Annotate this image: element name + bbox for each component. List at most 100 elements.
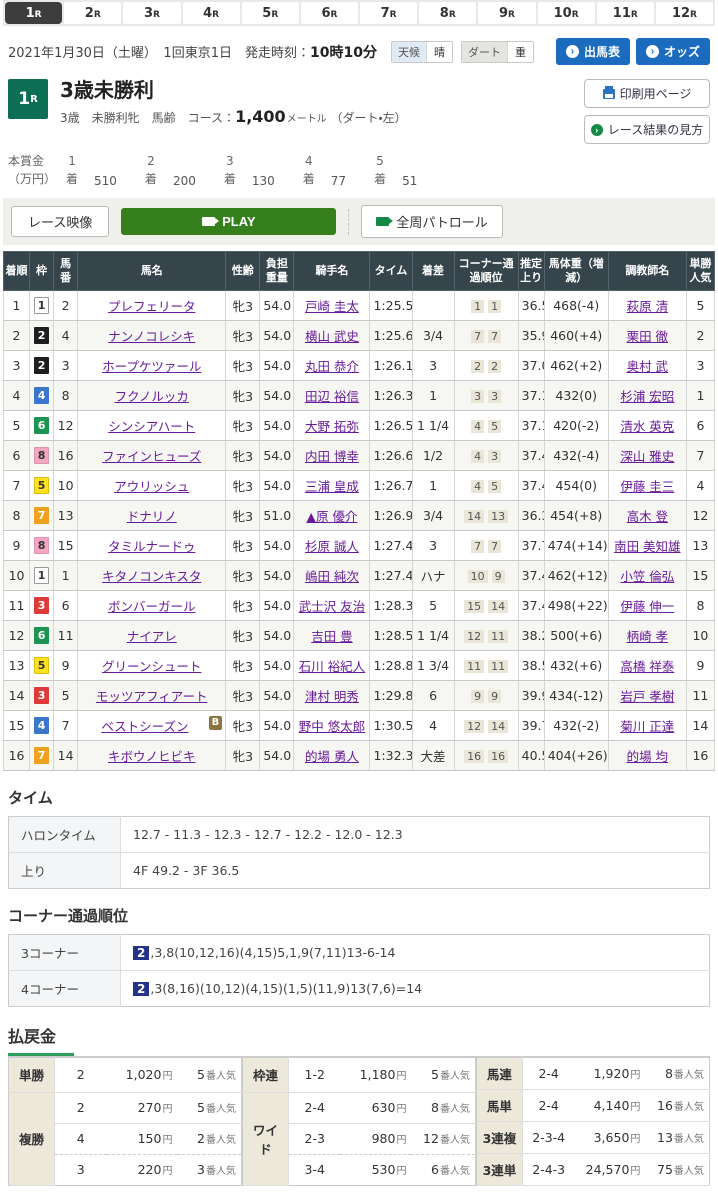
- margin: 4: [412, 710, 454, 740]
- jockey-link[interactable]: 嶋田 純次: [305, 569, 359, 584]
- race-tab-4r[interactable]: 4R: [183, 2, 240, 24]
- jockey-link[interactable]: 大野 拓弥: [305, 419, 359, 434]
- play-video-button[interactable]: PLAY: [121, 208, 336, 235]
- race-tab-5r[interactable]: 5R: [242, 2, 299, 24]
- horse-name-link[interactable]: モッツアフィアート: [96, 689, 208, 704]
- finish-time: 1:27.4: [370, 530, 412, 560]
- horse-name-link[interactable]: ベストシーズン: [101, 719, 188, 734]
- horse-name-link[interactable]: プレフェリータ: [108, 299, 196, 314]
- jockey-link[interactable]: ▲原 優介: [306, 509, 357, 524]
- finish-position: 15: [4, 710, 30, 740]
- weather-label: 天候: [392, 42, 426, 62]
- corner-positions: 77: [454, 530, 518, 560]
- jockey-link[interactable]: 津村 明秀: [305, 689, 359, 704]
- jockey-link[interactable]: 田辺 裕信: [305, 389, 359, 404]
- patrol-video-button[interactable]: 全周パトロール: [361, 205, 502, 238]
- jockey-link[interactable]: 三浦 皇成: [305, 479, 359, 494]
- corner-position-chip: 4: [471, 480, 484, 493]
- carried-weight: 54.0: [260, 350, 294, 380]
- trainer-link[interactable]: 伊藤 伸一: [620, 599, 674, 614]
- sex-age: 牝3: [226, 440, 260, 470]
- trainer-link[interactable]: 岩戸 孝樹: [620, 689, 674, 704]
- horse-name-link[interactable]: ホープケツァール: [102, 359, 201, 374]
- race-tab-2r[interactable]: 2R: [64, 2, 121, 24]
- horse-name-link[interactable]: ボンバーガール: [108, 599, 196, 614]
- corner-positions: 77: [454, 320, 518, 350]
- trainer-link[interactable]: 杉浦 宏昭: [620, 389, 674, 404]
- race-tab-11r[interactable]: 11R: [597, 2, 654, 24]
- result-guide-button[interactable]: › レース結果の見方: [584, 115, 710, 144]
- corner-row-value: 2,3(8,16)(10,12)(4,15)(1,5)(11,9)13(7,6)…: [121, 970, 710, 1006]
- trainer-link[interactable]: 柄崎 孝: [627, 629, 668, 644]
- jockey-link[interactable]: 吉田 豊: [311, 629, 352, 644]
- trainer-link[interactable]: 清水 英克: [620, 419, 674, 434]
- trainer-link[interactable]: 南田 美知雄: [614, 539, 680, 554]
- horse-weight: 432(0): [544, 380, 608, 410]
- jockey-link[interactable]: 横山 武史: [305, 329, 359, 344]
- trainer-link[interactable]: 萩原 清: [627, 299, 668, 314]
- horse-name-link[interactable]: ファインヒューズ: [102, 449, 201, 464]
- trainer-link[interactable]: 栗田 徹: [627, 329, 668, 344]
- jockey-link[interactable]: 丸田 恭介: [305, 359, 359, 374]
- horse-name-link[interactable]: ドナリノ: [127, 509, 177, 524]
- horse-name-link[interactable]: グリーンシュート: [102, 659, 201, 674]
- track-label: ダート: [462, 42, 507, 62]
- prize-rank-suffix: 着: [224, 171, 236, 188]
- entry-table-button[interactable]: › 出馬表: [556, 38, 630, 65]
- jockey-link[interactable]: 戸崎 圭太: [305, 299, 359, 314]
- tab-suffix: R: [331, 10, 338, 20]
- margin: [412, 290, 454, 320]
- corner-positions: 99: [454, 680, 518, 710]
- payout-amount: 24,570円: [574, 1153, 645, 1185]
- horse-name-link[interactable]: シンシアハート: [108, 419, 195, 434]
- horse-number: 8: [54, 380, 78, 410]
- course-label: コース：: [188, 111, 235, 125]
- race-tab-9r[interactable]: 9R: [478, 2, 535, 24]
- last-3f: 36.3: [518, 500, 544, 530]
- horse-name-link[interactable]: キタノコンキスタ: [102, 569, 201, 584]
- jockey-link[interactable]: 杉原 誠人: [305, 539, 359, 554]
- frame-number: 7: [34, 747, 49, 764]
- trainer-link[interactable]: 高木 登: [627, 509, 668, 524]
- race-tab-12r[interactable]: 12R: [656, 2, 713, 24]
- trainer-link[interactable]: 伊藤 圭三: [620, 479, 674, 494]
- race-tab-6r[interactable]: 6R: [301, 2, 358, 24]
- trainer-link[interactable]: 的場 均: [627, 749, 668, 764]
- corner-position-chip: 15: [464, 600, 484, 613]
- race-tab-8r[interactable]: 8R: [419, 2, 476, 24]
- finish-position: 6: [4, 440, 30, 470]
- race-tab-1r[interactable]: 1R: [5, 2, 62, 24]
- col-last-3f: 推定上り: [518, 252, 544, 291]
- race-tab-7r[interactable]: 7R: [360, 2, 417, 24]
- prize-value: 77: [331, 174, 346, 188]
- trainer-link[interactable]: 奥村 武: [627, 359, 668, 374]
- jockey-link[interactable]: 武士沢 友治: [299, 599, 365, 614]
- horse-name-link[interactable]: タミルナードゥ: [108, 539, 196, 554]
- jockey-link[interactable]: 的場 勇人: [305, 749, 359, 764]
- corner-position-chip: 14: [464, 510, 484, 523]
- horse-name-link[interactable]: ナンノコレシキ: [108, 329, 195, 344]
- horse-name-link[interactable]: アウリッシュ: [114, 479, 189, 494]
- jockey-link[interactable]: 石川 裕紀人: [299, 659, 365, 674]
- payout-popularity: 3番人気: [177, 1154, 241, 1185]
- jockey-link[interactable]: 内田 博幸: [305, 449, 359, 464]
- finish-time: 1:26.1: [370, 350, 412, 380]
- horse-name-link[interactable]: フクノルッカ: [115, 389, 189, 404]
- trainer-link[interactable]: 菊川 正達: [620, 719, 674, 734]
- win-popularity: 8: [686, 590, 714, 620]
- odds-button[interactable]: › オッズ: [636, 38, 710, 65]
- payout-popularity: 13番人気: [645, 1121, 709, 1153]
- trainer-link[interactable]: 高橋 祥泰: [620, 659, 674, 674]
- horse-name-link[interactable]: キボウノヒビキ: [108, 749, 196, 764]
- jockey-link[interactable]: 野中 悠太郎: [299, 719, 365, 734]
- print-page-button[interactable]: 印刷用ページ: [584, 79, 710, 108]
- margin: 6: [412, 680, 454, 710]
- divider: [348, 209, 349, 235]
- horse-name-link[interactable]: ナイアレ: [127, 629, 177, 644]
- trainer-link[interactable]: 小笠 倫弘: [620, 569, 674, 584]
- odds-label: オッズ: [664, 43, 700, 60]
- race-tab-10r[interactable]: 10R: [538, 2, 595, 24]
- race-tab-3r[interactable]: 3R: [123, 2, 180, 24]
- carried-weight: 54.0: [260, 320, 294, 350]
- trainer-link[interactable]: 深山 雅史: [620, 449, 674, 464]
